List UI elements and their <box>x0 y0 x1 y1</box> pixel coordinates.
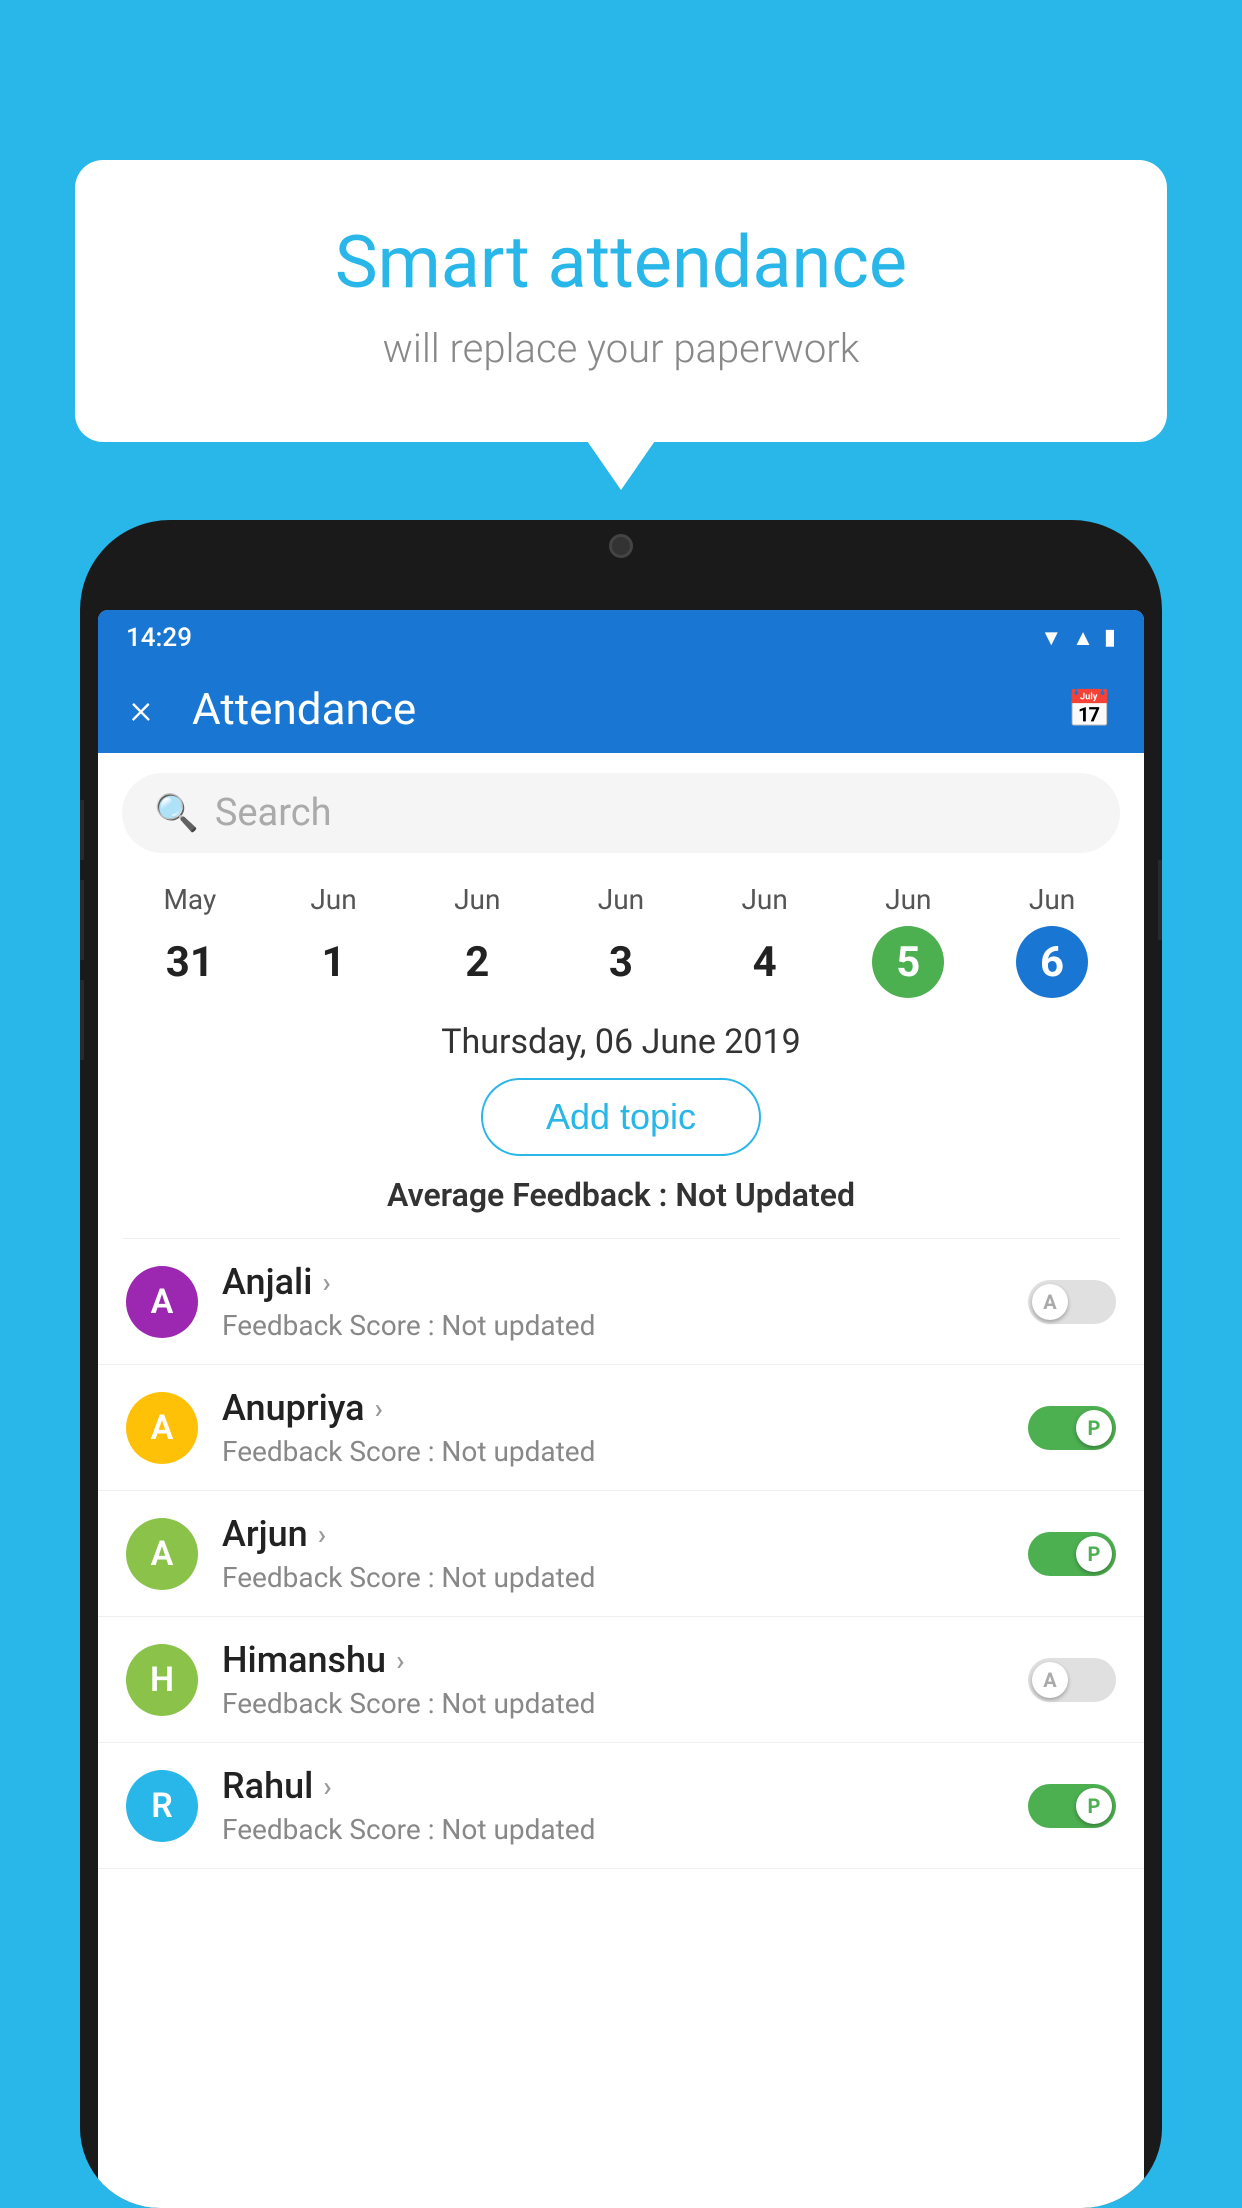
calendar-day[interactable]: Jun 5 <box>872 883 944 998</box>
student-item[interactable]: R Rahul › Feedback Score : Not updated P <box>98 1743 1144 1869</box>
attendance-toggle[interactable]: A <box>1028 1658 1116 1702</box>
attendance-toggle[interactable]: P <box>1028 1784 1116 1828</box>
cal-month-label: Jun <box>598 883 644 916</box>
toggle-knob: A <box>1032 1284 1068 1320</box>
calendar-day[interactable]: Jun 3 <box>585 883 657 998</box>
status-bar: 14:29 ▼ ▲ ▮ <box>98 610 1144 665</box>
cal-month-label: Jun <box>1029 883 1075 916</box>
calendar-strip: May 31 Jun 1 Jun 2 Jun 3 Jun 4 Jun 5 Jun 6 <box>98 873 1144 998</box>
avatar: A <box>126 1392 198 1464</box>
avatar: A <box>126 1266 198 1338</box>
student-name: Anupriya › <box>222 1387 1028 1429</box>
chevron-right-icon: › <box>396 1644 404 1677</box>
avg-feedback-value: Not Updated <box>675 1176 855 1214</box>
calendar-day[interactable]: Jun 6 <box>1016 883 1088 998</box>
cal-date-number[interactable]: 5 <box>872 926 944 998</box>
wifi-icon: ▼ <box>1040 625 1062 651</box>
calendar-day[interactable]: May 31 <box>154 883 226 998</box>
student-info: Himanshu › Feedback Score : Not updated <box>222 1639 1028 1720</box>
speech-bubble-subtitle: will replace your paperwork <box>155 325 1087 372</box>
cal-date-number[interactable]: 4 <box>729 926 801 998</box>
status-time: 14:29 <box>126 623 192 653</box>
feedback-score: Feedback Score : Not updated <box>222 1813 1028 1846</box>
toggle-knob: P <box>1076 1536 1112 1572</box>
attendance-toggle[interactable]: P <box>1028 1406 1116 1450</box>
student-item[interactable]: AAnjali ›Feedback Score : Not updatedA <box>98 1239 1144 1365</box>
calendar-day[interactable]: Jun 1 <box>298 883 370 998</box>
chevron-right-icon: › <box>375 1392 383 1425</box>
cal-month-label: Jun <box>885 883 931 916</box>
toggle-knob: A <box>1032 1662 1068 1698</box>
feedback-score: Feedback Score : Not updated <box>222 1561 1028 1594</box>
student-name: Arjun › <box>222 1513 1028 1555</box>
feedback-score: Feedback Score : Not updated <box>222 1435 1028 1468</box>
chevron-right-icon: › <box>318 1518 326 1551</box>
search-bar[interactable]: 🔍 Search <box>122 773 1120 853</box>
student-name: Rahul › <box>222 1765 1028 1807</box>
phone-frame: 14:29 ▼ ▲ ▮ × Attendance 📅 🔍 Search May 3… <box>80 520 1162 2208</box>
avatar: R <box>126 1770 198 1842</box>
cal-date-number[interactable]: 3 <box>585 926 657 998</box>
cal-month-label: May <box>163 883 216 916</box>
student-item[interactable]: H Himanshu › Feedback Score : Not updatedA <box>98 1617 1144 1743</box>
status-icons: ▼ ▲ ▮ <box>1040 625 1116 651</box>
phone-screen: 14:29 ▼ ▲ ▮ × Attendance 📅 🔍 Search May 3… <box>98 610 1144 2208</box>
close-button[interactable]: × <box>130 685 152 734</box>
phone-notch <box>561 520 681 570</box>
feedback-score: Feedback Score : Not updated <box>222 1687 1028 1720</box>
battery-icon: ▮ <box>1104 625 1116 650</box>
student-info: Rahul › Feedback Score : Not updated <box>222 1765 1028 1846</box>
calendar-icon[interactable]: 📅 <box>1067 688 1112 730</box>
cal-month-label: Jun <box>454 883 500 916</box>
cal-month-label: Jun <box>310 883 356 916</box>
student-item[interactable]: A Anupriya › Feedback Score : Not updated P <box>98 1365 1144 1491</box>
add-topic-button[interactable]: Add topic <box>481 1078 761 1156</box>
attendance-toggle[interactable]: P <box>1028 1532 1116 1576</box>
feedback-score: Feedback Score : Not updated <box>222 1309 1028 1342</box>
student-name: Himanshu › <box>222 1639 1028 1681</box>
speech-bubble: Smart attendance will replace your paper… <box>75 160 1167 442</box>
student-list: AAnjali ›Feedback Score : Not updatedAAA… <box>98 1239 1144 1869</box>
student-info: Arjun › Feedback Score : Not updated <box>222 1513 1028 1594</box>
speech-bubble-title: Smart attendance <box>155 220 1087 305</box>
chevron-right-icon: › <box>322 1266 330 1299</box>
cal-date-number[interactable]: 1 <box>298 926 370 998</box>
app-bar: × Attendance 📅 <box>98 665 1144 753</box>
avg-feedback: Average Feedback : Not Updated <box>98 1176 1144 1214</box>
toggle-knob: P <box>1076 1410 1112 1446</box>
chevron-right-icon: › <box>323 1770 331 1803</box>
volume-silent-button <box>80 800 84 860</box>
app-bar-title: Attendance <box>192 683 1067 735</box>
student-item[interactable]: A Arjun › Feedback Score : Not updated P <box>98 1491 1144 1617</box>
student-info: Anjali › Feedback Score : Not updated <box>222 1261 1028 1342</box>
power-button <box>1158 860 1162 940</box>
cal-month-label: Jun <box>741 883 787 916</box>
calendar-day[interactable]: Jun 4 <box>729 883 801 998</box>
student-info: Anupriya › Feedback Score : Not updated <box>222 1387 1028 1468</box>
toggle-knob: P <box>1076 1788 1112 1824</box>
signal-icon: ▲ <box>1072 625 1094 651</box>
cal-date-number[interactable]: 6 <box>1016 926 1088 998</box>
volume-down-button <box>80 980 84 1060</box>
avg-feedback-prefix: Average Feedback : <box>387 1176 675 1214</box>
student-name: Anjali › <box>222 1261 1028 1303</box>
search-icon: 🔍 <box>154 792 199 834</box>
volume-up-button <box>80 880 84 960</box>
calendar-day[interactable]: Jun 2 <box>441 883 513 998</box>
search-input[interactable]: Search <box>215 791 332 835</box>
attendance-toggle[interactable]: A <box>1028 1280 1116 1324</box>
cal-date-number[interactable]: 2 <box>441 926 513 998</box>
avatar: A <box>126 1518 198 1590</box>
avatar: H <box>126 1644 198 1716</box>
selected-date-label: Thursday, 06 June 2019 <box>98 1022 1144 1062</box>
front-camera <box>609 534 633 558</box>
cal-date-number[interactable]: 31 <box>154 926 226 998</box>
